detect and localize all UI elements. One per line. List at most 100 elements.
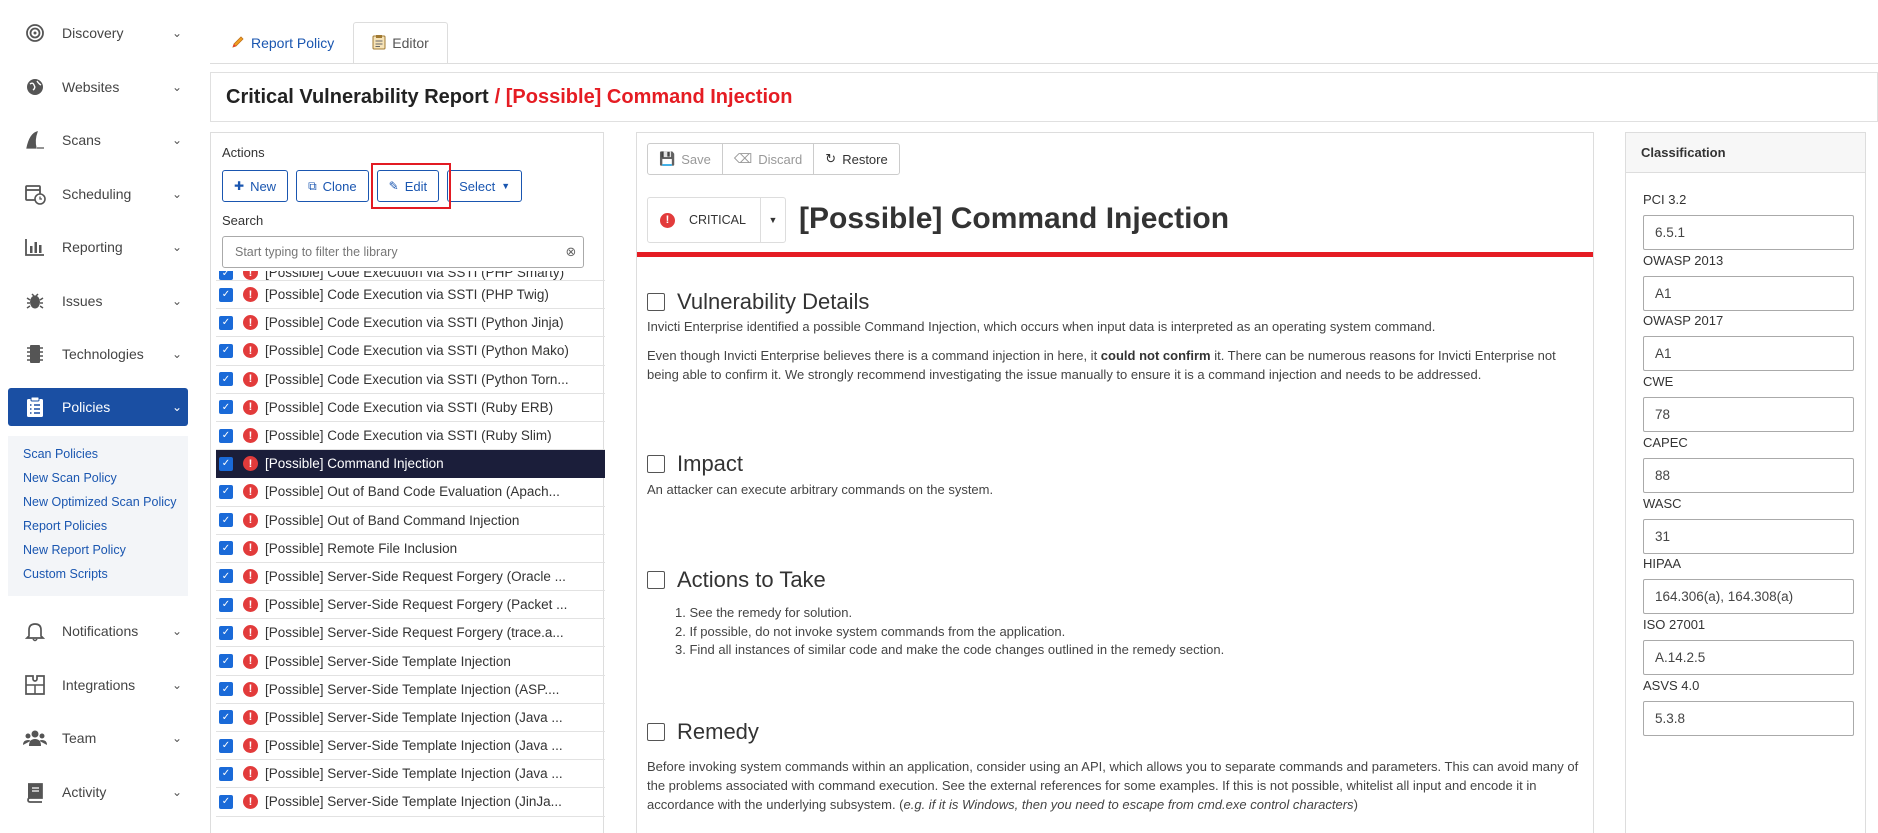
classification-input[interactable]: 78 bbox=[1643, 397, 1854, 433]
subnav-report-policies[interactable]: Report Policies bbox=[8, 514, 188, 538]
nav-discovery[interactable]: Discovery ⌄ bbox=[8, 14, 188, 52]
severity-value[interactable]: ! CRITICAL bbox=[648, 198, 761, 242]
list-item[interactable]: ✓! [Possible] Server-Side Template Inject… bbox=[216, 704, 605, 732]
section-checkbox[interactable] bbox=[647, 723, 665, 741]
checkbox[interactable]: ✓ bbox=[219, 456, 233, 471]
list-item[interactable]: ✓! [Possible] Out of Band Command Injecti… bbox=[216, 507, 605, 535]
chevron-down-icon[interactable]: ⌄ bbox=[166, 731, 188, 745]
list-item[interactable]: ✓! [Possible] Code Execution via SSTI (PH… bbox=[216, 281, 605, 310]
list-item[interactable]: ✓! [Possible] Server-Side Template Inject… bbox=[216, 676, 605, 704]
list-item[interactable]: ✓! [Possible] Server-Side Template Inject… bbox=[216, 732, 605, 761]
critical-severity-icon: ! bbox=[243, 597, 258, 613]
classification-input[interactable]: A.14.2.5 bbox=[1643, 639, 1854, 675]
classification-input[interactable]: 164.306(a), 164.308(a) bbox=[1643, 579, 1854, 615]
checkbox[interactable]: ✓ bbox=[219, 400, 233, 415]
checkbox[interactable]: ✓ bbox=[219, 738, 233, 753]
clone-button[interactable]: ⧉ Clone bbox=[296, 170, 369, 202]
list-item[interactable]: ✓! [Possible] Code Execution via SSTI (Py… bbox=[216, 309, 605, 338]
checkbox[interactable]: ✓ bbox=[219, 541, 233, 556]
checkbox[interactable]: ✓ bbox=[219, 271, 233, 280]
list-item[interactable]: ✓! [Possible] Code Execution via SSTI (Py… bbox=[216, 366, 605, 394]
classification-input[interactable]: A1 bbox=[1643, 275, 1854, 311]
chevron-down-icon[interactable]: ⌄ bbox=[166, 240, 188, 254]
nav-websites[interactable]: Websites ⌄ bbox=[8, 68, 188, 106]
chevron-down-icon[interactable]: ⌄ bbox=[166, 624, 188, 638]
checkbox[interactable]: ✓ bbox=[219, 794, 233, 809]
chevron-down-icon[interactable]: ⌄ bbox=[166, 187, 188, 201]
checkbox[interactable]: ✓ bbox=[219, 315, 233, 330]
nav-scans[interactable]: Scans ⌄ bbox=[8, 121, 188, 159]
chevron-down-icon[interactable]: ⌄ bbox=[166, 785, 188, 799]
nav-integrations[interactable]: Integrations ⌄ bbox=[8, 666, 188, 704]
nav-team[interactable]: Team ⌄ bbox=[8, 719, 188, 757]
subnav-new-report-policy[interactable]: New Report Policy bbox=[8, 538, 188, 562]
list-item[interactable]: ✓! [Possible] Server-Side Template Inject… bbox=[216, 788, 605, 817]
classification-panel: Classification PCI 3.2 6.5.1 OWASP 2013 A1 O… bbox=[1625, 132, 1866, 833]
list-item[interactable]: ✓! [Possible] Out of Band Code Evaluation… bbox=[216, 478, 605, 507]
list-item[interactable]: ✓! [Possible] Server-Side Request Forgery… bbox=[216, 591, 605, 620]
checkbox[interactable]: ✓ bbox=[219, 569, 233, 584]
subnav-new-optimized-scan-policy[interactable]: New Optimized Scan Policy bbox=[8, 490, 188, 514]
checkbox[interactable]: ✓ bbox=[219, 287, 233, 302]
details-emphasis: could not confirm bbox=[1100, 348, 1211, 363]
checkbox[interactable]: ✓ bbox=[219, 625, 233, 640]
chevron-down-icon[interactable]: ⌄ bbox=[166, 400, 188, 414]
tab-editor[interactable]: Editor bbox=[353, 22, 448, 64]
new-button[interactable]: ✚ New bbox=[222, 170, 289, 202]
critical-severity-icon: ! bbox=[243, 738, 258, 754]
restore-button[interactable]: ↻ Restore bbox=[814, 144, 898, 174]
chevron-down-icon[interactable]: ⌄ bbox=[166, 80, 188, 94]
list-item[interactable]: ✓! [Possible] Server-Side Template Inject… bbox=[216, 647, 605, 676]
list-item[interactable]: ✓! [Possible] Remote File Inclusion bbox=[216, 535, 605, 563]
list-item[interactable]: ✓ ! [Possible] Code Execution via SSTI (… bbox=[216, 271, 605, 281]
checkbox[interactable]: ✓ bbox=[219, 710, 233, 725]
list-item[interactable]: ✓! [Possible] Command Injection bbox=[216, 450, 605, 479]
checkbox[interactable]: ✓ bbox=[219, 766, 233, 781]
chevron-down-icon[interactable]: ⌄ bbox=[166, 294, 188, 308]
chevron-down-icon[interactable]: ⌄ bbox=[166, 678, 188, 692]
list-item[interactable]: ✓! [Possible] Code Execution via SSTI (Py… bbox=[216, 337, 605, 366]
subnav-scan-policies[interactable]: Scan Policies bbox=[8, 442, 188, 466]
classification-input[interactable]: 5.3.8 bbox=[1643, 700, 1854, 736]
classification-input[interactable]: 31 bbox=[1643, 518, 1854, 554]
checkbox[interactable]: ✓ bbox=[219, 597, 233, 612]
clear-search-icon[interactable]: ⊗ bbox=[559, 244, 583, 260]
classification-input[interactable]: 6.5.1 bbox=[1643, 215, 1854, 250]
list-item[interactable]: ✓! [Possible] Code Execution via SSTI (Ru… bbox=[216, 422, 605, 451]
nav-notifications[interactable]: Notifications ⌄ bbox=[8, 612, 188, 650]
checkbox[interactable]: ✓ bbox=[219, 428, 233, 443]
list-item[interactable]: ✓! [Possible] Code Execution via SSTI (Ru… bbox=[216, 394, 605, 422]
subnav-new-scan-policy[interactable]: New Scan Policy bbox=[8, 466, 188, 490]
classification-input[interactable]: 88 bbox=[1643, 457, 1854, 493]
list-item[interactable]: ✓! [Possible] Server-Side Request Forgery… bbox=[216, 619, 605, 648]
checkbox[interactable]: ✓ bbox=[219, 484, 233, 499]
discard-button[interactable]: ⌫ Discard bbox=[723, 144, 815, 174]
chevron-down-icon[interactable]: ⌄ bbox=[166, 26, 188, 40]
save-button[interactable]: 💾 Save bbox=[648, 144, 723, 174]
nav-technologies[interactable]: Technologies ⌄ bbox=[8, 335, 188, 373]
checkbox[interactable]: ✓ bbox=[219, 513, 233, 528]
nav-issues[interactable]: Issues ⌄ bbox=[8, 282, 188, 320]
section-checkbox[interactable] bbox=[647, 455, 665, 473]
checkbox[interactable]: ✓ bbox=[219, 343, 233, 358]
tab-report-policy[interactable]: Report Policy bbox=[212, 22, 353, 64]
nav-policies[interactable]: Policies ⌄ bbox=[8, 388, 188, 426]
section-checkbox[interactable] bbox=[647, 293, 665, 311]
select-button[interactable]: Select ▼ bbox=[447, 170, 523, 202]
chevron-down-icon[interactable]: ⌄ bbox=[166, 347, 188, 361]
nav-activity[interactable]: Activity ⌄ bbox=[8, 773, 188, 811]
nav-reporting[interactable]: Reporting ⌄ bbox=[8, 228, 188, 266]
subnav-custom-scripts[interactable]: Custom Scripts bbox=[8, 562, 188, 586]
list-item[interactable]: ✓! [Possible] Server-Side Template Inject… bbox=[216, 760, 605, 789]
list-item[interactable]: ✓! [Possible] Server-Side Request Forgery… bbox=[216, 563, 605, 592]
section-checkbox[interactable] bbox=[647, 571, 665, 589]
caret-down-icon[interactable]: ▼ bbox=[761, 198, 785, 242]
nav-scheduling[interactable]: Scheduling ⌄ bbox=[8, 175, 188, 213]
search-input[interactable] bbox=[223, 245, 559, 259]
severity-selector[interactable]: ! CRITICAL ▼ bbox=[647, 197, 786, 243]
checkbox[interactable]: ✓ bbox=[219, 682, 233, 697]
classification-input[interactable]: A1 bbox=[1643, 336, 1854, 372]
checkbox[interactable]: ✓ bbox=[219, 372, 233, 387]
chevron-down-icon[interactable]: ⌄ bbox=[166, 133, 188, 147]
checkbox[interactable]: ✓ bbox=[219, 654, 233, 669]
